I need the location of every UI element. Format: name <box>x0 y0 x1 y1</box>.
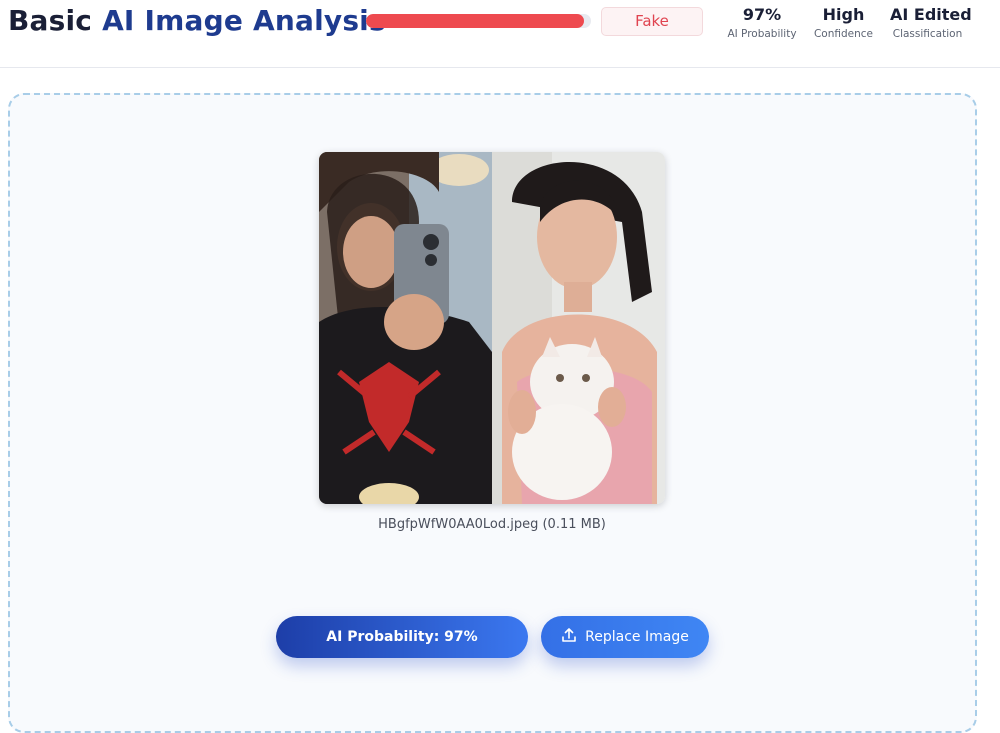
ai-probability-bar-fill <box>366 14 585 28</box>
uploaded-image-preview <box>319 152 665 504</box>
verdict-badge: Fake <box>601 7 703 36</box>
stat-confidence-label: Confidence <box>813 28 874 40</box>
ai-probability-button[interactable]: AI Probability: 97% <box>276 616 528 658</box>
page-title: Basic AI Image Analysis <box>8 4 386 37</box>
top-bar: Basic AI Image Analysis Fake 97% AI Prob… <box>0 0 1000 68</box>
ai-probability-bar <box>366 14 591 28</box>
stat-ai-probability: 97% AI Probability <box>727 5 797 42</box>
stat-classification-value: AI Edited <box>890 5 972 24</box>
stat-classification: AI Edited Classification <box>890 5 972 42</box>
page-title-prefix: Basic <box>8 4 93 37</box>
stat-ai-probability-value: 97% <box>742 5 782 24</box>
page-title-accent: AI Image Analysis <box>102 4 386 37</box>
stat-classification-label: Classification <box>892 28 963 40</box>
ai-probability-button-label: AI Probability: 97% <box>326 629 478 645</box>
replace-image-button-label: Replace Image <box>585 629 689 645</box>
file-info: HBgfpWfW0AA0Lod.jpeg (0.11 MB) <box>378 517 606 532</box>
replace-image-button[interactable]: Replace Image <box>541 616 709 658</box>
stat-confidence-value: High <box>822 5 865 24</box>
preview-left-half <box>319 152 492 504</box>
upload-icon <box>561 627 577 647</box>
stat-ai-probability-label: AI Probability <box>727 28 797 40</box>
stat-confidence: High Confidence <box>812 5 875 42</box>
preview-right-half <box>492 152 665 504</box>
